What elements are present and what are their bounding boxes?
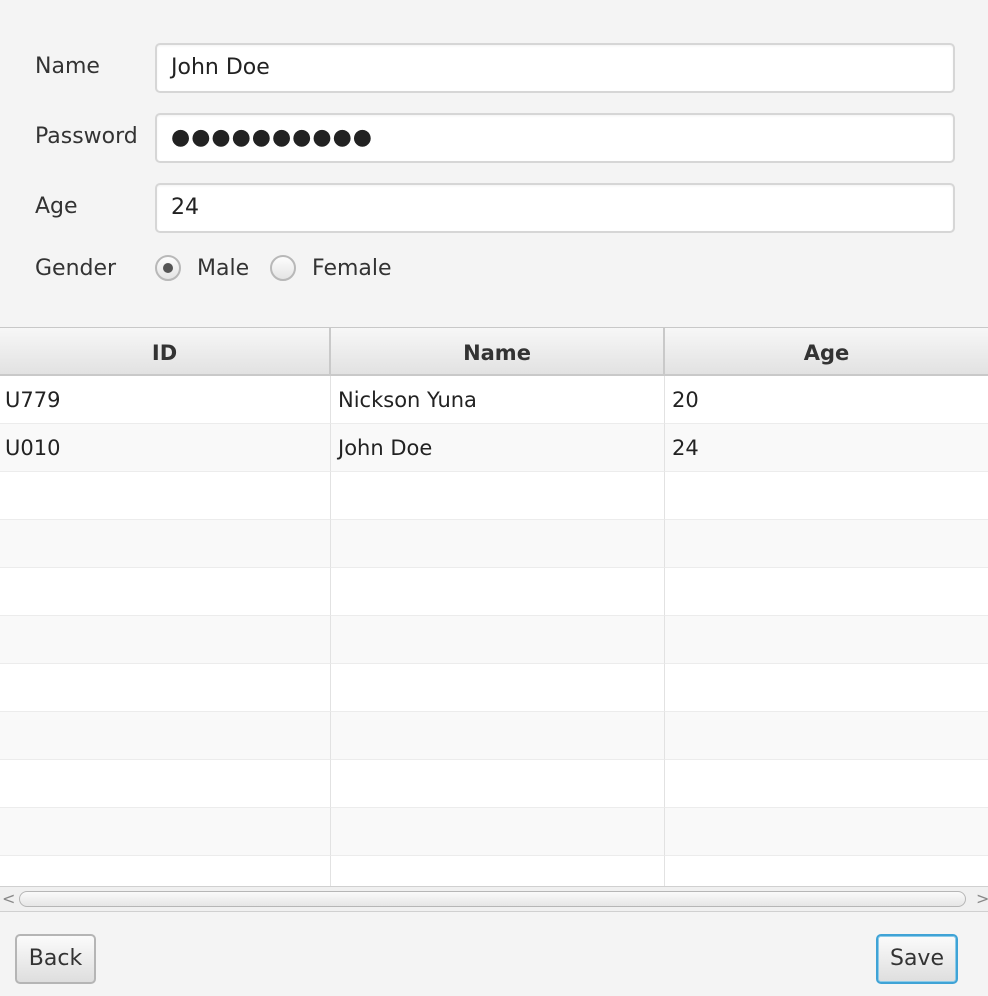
radio-button-female[interactable] — [270, 255, 296, 281]
name-label: Name — [35, 54, 100, 79]
empty-cell — [0, 808, 331, 856]
empty-cell — [0, 616, 331, 664]
scrollbar-thumb[interactable] — [19, 891, 966, 907]
name-input[interactable]: John Doe — [155, 43, 955, 93]
age-input[interactable]: 24 — [155, 183, 955, 233]
empty-row — [0, 712, 988, 760]
empty-row — [0, 664, 988, 712]
empty-cell — [331, 664, 665, 712]
gender-radio-female[interactable]: Female — [270, 255, 392, 281]
scroll-left-icon[interactable]: < — [2, 889, 15, 908]
column-header-name[interactable]: Name — [331, 328, 665, 376]
empty-row — [0, 856, 988, 888]
empty-row — [0, 808, 988, 856]
cell-name: John Doe — [331, 424, 665, 472]
cell-age: 20 — [665, 376, 988, 424]
radio-selected-dot — [163, 263, 173, 273]
empty-cell — [331, 712, 665, 760]
gender-label: Gender — [35, 256, 117, 281]
password-label: Password — [35, 124, 138, 149]
gender-radio-male[interactable]: Male — [155, 255, 249, 281]
table-row[interactable]: U779 Nickson Yuna 20 — [0, 376, 988, 424]
empty-cell — [331, 616, 665, 664]
empty-cell — [331, 472, 665, 520]
table-header: ID Name Age — [0, 328, 988, 376]
empty-cell — [665, 520, 988, 568]
gender-male-label: Male — [197, 255, 250, 281]
empty-cell — [0, 472, 331, 520]
empty-row — [0, 472, 988, 520]
cell-id: U779 — [0, 376, 331, 424]
back-button[interactable]: Back — [15, 934, 96, 984]
column-header-id[interactable]: ID — [0, 328, 331, 376]
empty-cell — [0, 568, 331, 616]
cell-age: 24 — [665, 424, 988, 472]
empty-cell — [331, 760, 665, 808]
column-header-age[interactable]: Age — [665, 328, 988, 376]
scroll-right-icon[interactable]: > — [976, 889, 988, 908]
empty-row — [0, 616, 988, 664]
cell-name: Nickson Yuna — [331, 376, 665, 424]
empty-row — [0, 760, 988, 808]
radio-button-male[interactable] — [155, 255, 181, 281]
table-row[interactable]: U010 John Doe 24 — [0, 424, 988, 472]
users-table[interactable]: ID Name Age U779 Nickson Yuna 20 U010 Jo… — [0, 327, 988, 888]
empty-cell — [331, 808, 665, 856]
empty-cell — [0, 520, 331, 568]
horizontal-scrollbar[interactable]: < > — [0, 886, 988, 912]
empty-cell — [665, 664, 988, 712]
cell-id: U010 — [0, 424, 331, 472]
empty-cell — [331, 520, 665, 568]
empty-row — [0, 568, 988, 616]
empty-cell — [0, 664, 331, 712]
empty-row — [0, 520, 988, 568]
empty-cell — [665, 472, 988, 520]
password-input[interactable]: ●●●●●●●●●● — [155, 113, 955, 163]
save-button[interactable]: Save — [876, 934, 958, 984]
empty-cell — [0, 712, 331, 760]
empty-cell — [0, 760, 331, 808]
gender-female-label: Female — [312, 255, 392, 281]
empty-cell — [665, 712, 988, 760]
empty-cell — [331, 856, 665, 888]
age-label: Age — [35, 194, 78, 219]
empty-cell — [665, 856, 988, 888]
empty-cell — [665, 568, 988, 616]
empty-cell — [665, 760, 988, 808]
empty-cell — [665, 808, 988, 856]
empty-cell — [0, 856, 331, 888]
empty-cell — [331, 568, 665, 616]
empty-cell — [665, 616, 988, 664]
